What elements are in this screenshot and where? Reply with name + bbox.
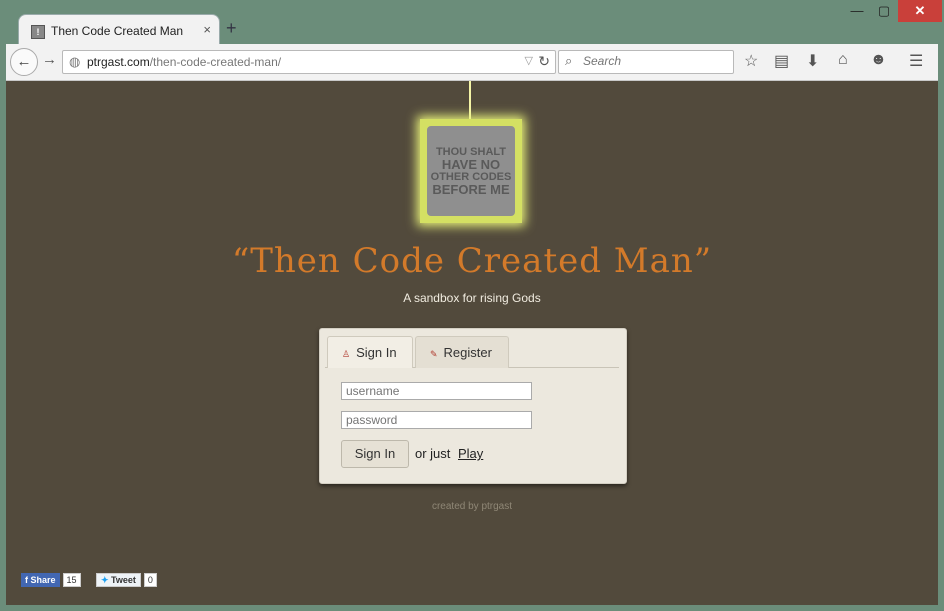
lightning-chain (469, 81, 477, 119)
password-field[interactable] (341, 411, 532, 429)
login-panel: ♙ Sign In ✎ Register Sign In or just Play (319, 328, 627, 484)
page-content: THOU SHALT HAVE NO OTHER CODES BEFORE ME… (6, 81, 938, 605)
favicon-icon: ! (31, 25, 45, 39)
tab-close-icon[interactable]: × (203, 22, 211, 37)
tab-register-label: Register (443, 345, 492, 360)
panel-tabs: ♙ Sign In ✎ Register (325, 333, 619, 368)
page-subtitle: A sandbox for rising Gods (403, 291, 541, 305)
username-field[interactable] (341, 382, 532, 400)
stone-line: HAVE NO (441, 157, 501, 172)
browser-tab[interactable]: ! Then Code Created Man × (18, 14, 220, 47)
facebook-share-button[interactable]: f Share (21, 573, 60, 587)
facebook-share-count: 15 (62, 573, 81, 587)
stone-line: BEFORE ME (432, 182, 510, 197)
facebook-share: f Share 15 (21, 573, 81, 587)
tab-sign-in-label: Sign In (356, 345, 397, 360)
chat-icon[interactable]: ☻ (870, 51, 887, 69)
sign-in-button[interactable]: Sign In (341, 440, 409, 468)
address-bar[interactable]: ◍ ptrgast.com/then-code-created-man/ ▽ ↻ (62, 50, 556, 74)
menu-icon[interactable]: ☰ (909, 51, 923, 71)
navigation-bar: ← → ◍ ptrgast.com/then-code-created-man/… (6, 44, 938, 81)
credit-text: created by ptrgast (431, 501, 513, 512)
twitter-tweet: ✦ Tweet 0 (96, 573, 157, 587)
facebook-share-label: Share (30, 575, 56, 585)
twitter-icon: ✦ (101, 575, 112, 585)
user-icon: ♙ (342, 349, 351, 359)
star-icon[interactable]: ☆ (744, 51, 758, 71)
url-text[interactable]: ptrgast.com/then-code-created-man/ (87, 55, 281, 69)
back-button[interactable]: ← (10, 48, 38, 76)
search-input[interactable] (581, 53, 725, 69)
home-icon[interactable]: ⌂ (838, 51, 848, 69)
tweet-button[interactable]: ✦ Tweet (96, 573, 141, 587)
tab-title: Then Code Created Man (51, 24, 184, 38)
stone-tablet-logo: THOU SHALT HAVE NO OTHER CODES BEFORE ME (427, 126, 515, 216)
play-link[interactable]: Play (458, 446, 483, 461)
close-window-button[interactable]: ✕ (898, 0, 942, 22)
search-icon: ⌕ (565, 53, 573, 68)
tab-register[interactable]: ✎ Register (415, 336, 509, 368)
stone-text: THOU SHALT HAVE NO OTHER CODES BEFORE ME (427, 146, 515, 196)
download-icon[interactable]: ⬇ (806, 51, 819, 71)
title-bar: ! Then Code Created Man × + — ▢ ✕ (0, 0, 944, 47)
tweet-count: 0 (143, 573, 157, 587)
or-just-text: or just (415, 446, 451, 461)
search-bar[interactable]: ⌕ (558, 50, 734, 74)
reading-list-icon[interactable]: ▤ (774, 51, 789, 71)
tweet-label: Tweet (111, 575, 136, 585)
url-domain: ptrgast.com (87, 55, 150, 69)
forward-button[interactable]: → (42, 51, 57, 68)
new-tab-button[interactable]: + (226, 18, 237, 39)
page-title: “Then Code Created Man” (231, 241, 713, 281)
maximize-button[interactable]: ▢ (872, 0, 896, 22)
url-path: /then-code-created-man/ (149, 55, 282, 69)
pencil-icon: ✎ (430, 349, 438, 359)
url-dropdown-icon[interactable]: ▽ (525, 54, 533, 67)
reload-icon[interactable]: ↻ (538, 53, 550, 70)
minimize-button[interactable]: — (842, 0, 872, 22)
tab-sign-in[interactable]: ♙ Sign In (327, 336, 413, 368)
globe-icon: ◍ (69, 54, 81, 69)
